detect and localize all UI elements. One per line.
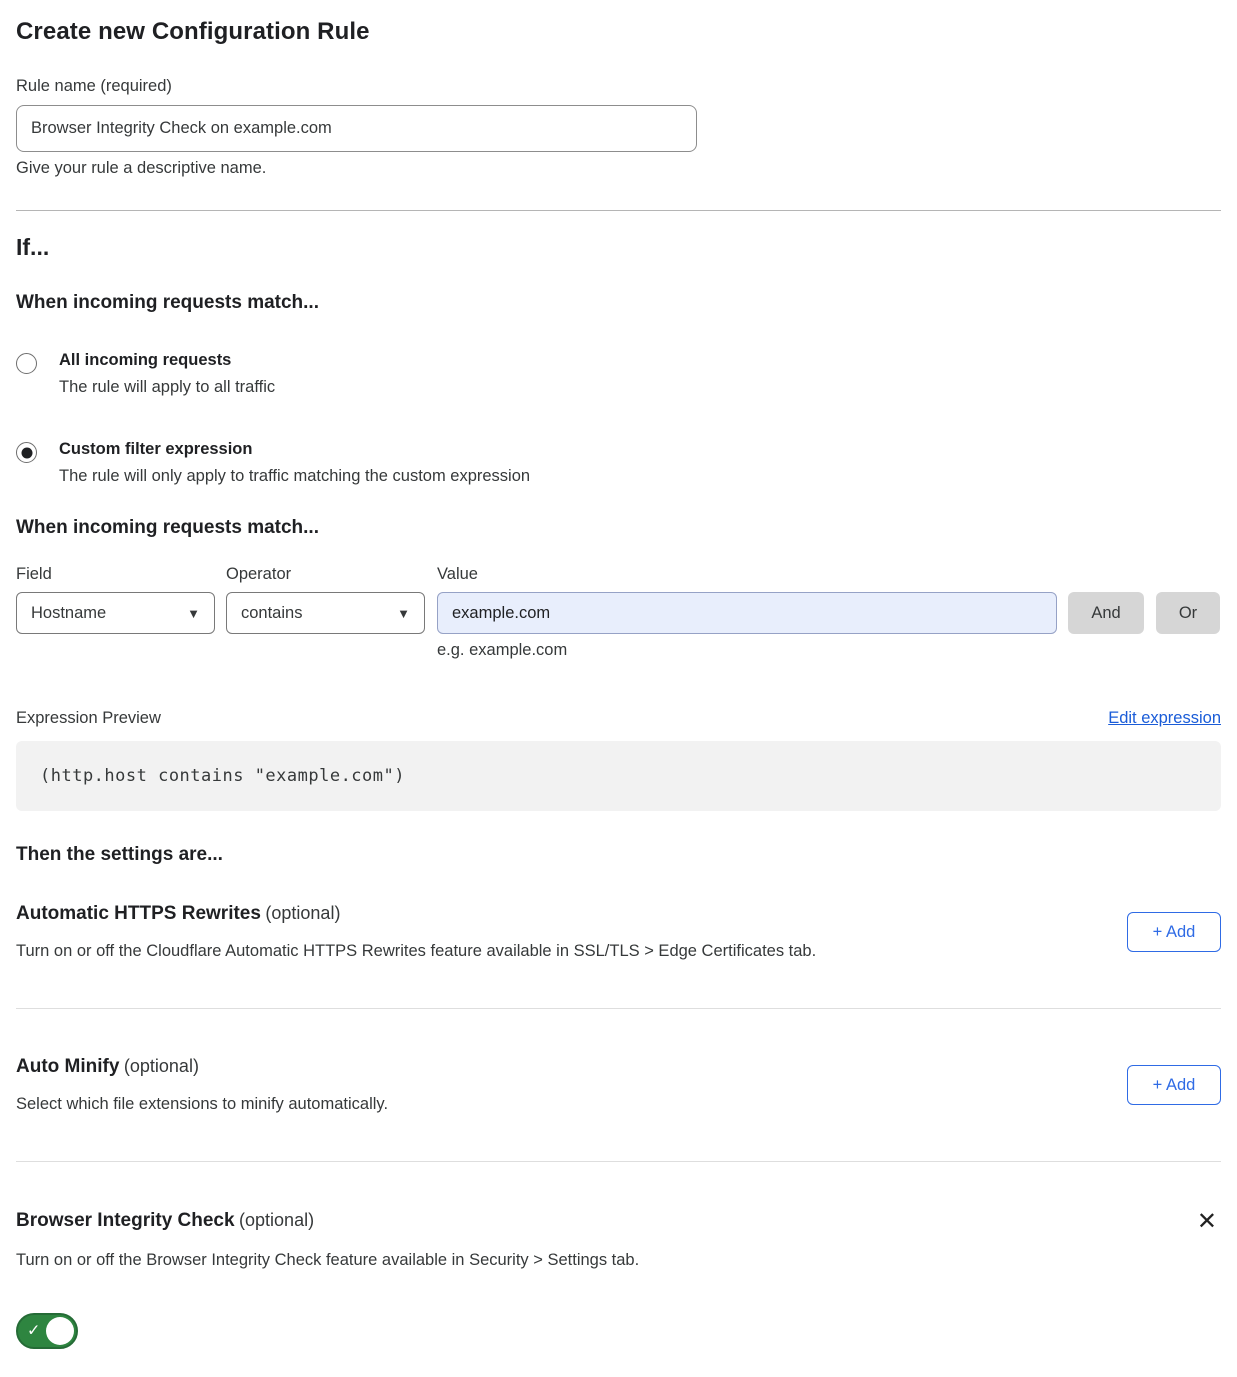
operator-select[interactable]: contains ▼ bbox=[226, 592, 425, 634]
operator-column-label: Operator bbox=[226, 565, 425, 584]
close-icon[interactable]: ✕ bbox=[1193, 1210, 1221, 1234]
chevron-down-icon: ▼ bbox=[397, 606, 410, 621]
builder-heading: When incoming requests match... bbox=[16, 517, 1221, 539]
setting-browser-integrity-check: Browser Integrity Check (optional) ✕ Tur… bbox=[16, 1162, 1221, 1354]
setting-optional-tag: (optional) bbox=[124, 1056, 199, 1076]
toggle-knob bbox=[46, 1317, 74, 1345]
setting-description: Turn on or off the Cloudflare Automatic … bbox=[16, 942, 816, 961]
operator-select-value: contains bbox=[241, 604, 302, 623]
expression-preview-code: (http.host contains "example.com") bbox=[16, 741, 1221, 811]
expression-builder: Field Operator Value Hostname ▼ contains… bbox=[16, 565, 1221, 660]
radio-all-requests[interactable] bbox=[16, 353, 37, 374]
or-button[interactable]: Or bbox=[1156, 592, 1220, 634]
setting-optional-tag: (optional) bbox=[239, 1210, 314, 1230]
radio-option-custom-filter[interactable]: Custom filter expression The rule will o… bbox=[16, 440, 1221, 486]
chevron-down-icon: ▼ bbox=[187, 606, 200, 621]
section-divider bbox=[16, 210, 1221, 211]
expression-preview-label: Expression Preview bbox=[16, 709, 161, 728]
field-select-value: Hostname bbox=[31, 604, 106, 623]
then-heading: Then the settings are... bbox=[16, 844, 1221, 866]
match-heading: When incoming requests match... bbox=[16, 292, 1221, 314]
rule-name-label: Rule name (required) bbox=[16, 77, 1221, 96]
value-help: e.g. example.com bbox=[437, 641, 1221, 660]
add-auto-minify-button[interactable]: + Add bbox=[1127, 1065, 1221, 1105]
value-column-label: Value bbox=[437, 565, 1057, 584]
add-automatic-https-rewrites-button[interactable]: + Add bbox=[1127, 912, 1221, 952]
create-configuration-rule-form: Create new Configuration Rule Rule name … bbox=[0, 0, 1237, 1354]
radio-all-requests-label: All incoming requests bbox=[59, 351, 275, 370]
setting-optional-tag: (optional) bbox=[265, 903, 340, 923]
if-heading: If... bbox=[16, 234, 1221, 261]
setting-description: Turn on or off the Browser Integrity Che… bbox=[16, 1251, 1221, 1270]
radio-custom-filter[interactable] bbox=[16, 442, 37, 463]
radio-option-all-requests[interactable]: All incoming requests The rule will appl… bbox=[16, 351, 1221, 397]
radio-all-requests-description: The rule will apply to all traffic bbox=[59, 378, 275, 397]
rule-name-help: Give your rule a descriptive name. bbox=[16, 159, 1221, 178]
and-button[interactable]: And bbox=[1068, 592, 1144, 634]
setting-auto-minify: Auto Minify (optional) Select which file… bbox=[16, 1056, 1221, 1114]
field-column-label: Field bbox=[16, 565, 215, 584]
setting-automatic-https-rewrites: Automatic HTTPS Rewrites (optional) Turn… bbox=[16, 903, 1221, 961]
setting-title: Automatic HTTPS Rewrites bbox=[16, 903, 261, 924]
edit-expression-link[interactable]: Edit expression bbox=[1108, 709, 1221, 728]
browser-integrity-check-toggle[interactable]: ✓ bbox=[16, 1313, 78, 1349]
radio-custom-filter-label: Custom filter expression bbox=[59, 440, 530, 459]
rule-name-input[interactable] bbox=[16, 105, 697, 152]
value-input[interactable] bbox=[437, 592, 1057, 634]
checkmark-icon: ✓ bbox=[27, 1321, 40, 1341]
field-select[interactable]: Hostname ▼ bbox=[16, 592, 215, 634]
setting-title: Browser Integrity Check bbox=[16, 1210, 235, 1231]
radio-custom-filter-description: The rule will only apply to traffic matc… bbox=[59, 467, 530, 486]
setting-title: Auto Minify bbox=[16, 1056, 119, 1077]
setting-description: Select which file extensions to minify a… bbox=[16, 1095, 388, 1114]
page-title: Create new Configuration Rule bbox=[16, 18, 1221, 46]
